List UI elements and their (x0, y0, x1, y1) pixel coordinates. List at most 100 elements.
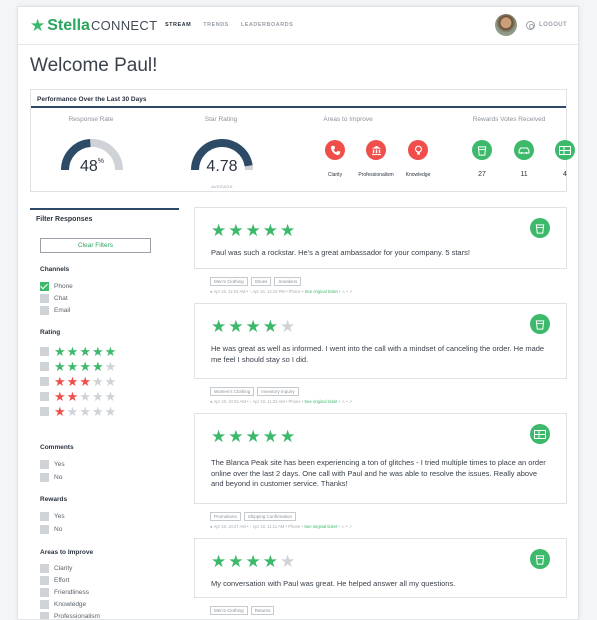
lightbulb-icon[interactable] (408, 140, 428, 160)
tag[interactable]: Shoes (250, 277, 272, 286)
nav-leaderboards[interactable]: LEADERBOARDS (241, 22, 293, 28)
review-card[interactable]: ★★★★★ The Blanca Peak site has been exper… (194, 413, 567, 504)
checkbox[interactable] (40, 460, 49, 469)
area-label-professionalism: Professionalism (358, 172, 394, 178)
tag[interactable]: Women's Clothing (210, 387, 255, 396)
tag[interactable]: Shipping Confirmation (243, 512, 297, 521)
coffee-cup-icon[interactable] (472, 140, 492, 160)
review-card[interactable]: ★★★★★ He was great as well as informed. I… (194, 303, 567, 379)
checkbox[interactable] (40, 473, 49, 482)
checkbox[interactable] (40, 512, 49, 521)
filter-rewards-no[interactable]: No (40, 525, 62, 534)
filter-area-effort[interactable]: Effort (40, 576, 69, 585)
filter-rating-3[interactable]: ★★★★★ (40, 373, 117, 389)
checkbox[interactable] (40, 612, 49, 619)
filter-panel: Filter Responses Clear Filters Channels … (30, 208, 179, 619)
star-filled-icon: ★ (245, 552, 263, 571)
tag[interactable]: Men's Clothing (210, 606, 248, 615)
meta-actions[interactable]: • ⚠ • ↗ (337, 399, 353, 404)
filter-area-professionalism[interactable]: Professionalism (40, 612, 100, 619)
filter-option-label: No (54, 474, 63, 481)
email-checkbox[interactable] (40, 306, 49, 315)
avatar[interactable] (495, 14, 517, 36)
filter-area-knowledge[interactable]: Knowledge (40, 600, 86, 609)
filter-option-label: Chat (54, 295, 68, 302)
see-original-ticket-link[interactable]: See original ticket (304, 524, 337, 529)
filter-area-friendliness[interactable]: Friendliness (40, 588, 89, 597)
filter-chat[interactable]: Chat (40, 294, 68, 303)
see-original-ticket-link[interactable]: See original ticket (304, 399, 337, 404)
tag[interactable]: Men's Clothing (210, 277, 248, 286)
star-filled-icon: ★ (79, 343, 92, 359)
filter-rating-5[interactable]: ★★★★★ (40, 343, 117, 359)
rating-heading: Rating (40, 329, 61, 336)
checkbox[interactable] (40, 588, 49, 597)
chat-checkbox[interactable] (40, 294, 49, 303)
filter-comments-no[interactable]: No (40, 473, 62, 482)
tag[interactable]: Inventory Inquiry (257, 387, 299, 396)
checkbox[interactable] (40, 362, 49, 371)
tag[interactable]: Sneakers (274, 277, 302, 286)
checkbox[interactable] (40, 576, 49, 585)
filter-email[interactable]: Email (40, 306, 70, 315)
star-filled-icon: ★ (66, 373, 80, 389)
filter-rating-4[interactable]: ★★★★★ (40, 358, 117, 374)
star-empty-icon: ★ (91, 373, 105, 389)
star-filled-icon: ★ (245, 317, 263, 336)
star-filled-icon: ★ (79, 358, 92, 374)
filter-option-label: Effort (54, 577, 70, 584)
nav-trends[interactable]: TRENDS (203, 22, 229, 28)
clear-filters-button[interactable]: Clear Filters (40, 238, 151, 253)
star-empty-icon: ★ (66, 403, 80, 419)
review-meta: ● Apr 18, 10:27 AM • ↑ Apr 18, 11:11 AM … (210, 524, 352, 529)
filter-rewards-yes[interactable]: Yes (40, 512, 65, 521)
main-nav: STREAM TRENDS LEADERBOARDS (165, 22, 293, 28)
filter-comments-yes[interactable]: Yes (40, 460, 65, 469)
review-card[interactable]: ★★★★★ My conversation with Paul was great… (194, 538, 567, 598)
response-rate-label: Response Rate (68, 116, 114, 123)
rating-stars-icon: ★★★★★ (54, 388, 117, 404)
checkbox[interactable] (40, 407, 49, 416)
nav-stream[interactable]: STREAM (165, 22, 191, 28)
meta-actions[interactable]: • ⚠ • ↗ (337, 524, 352, 529)
star-filled-icon: ★ (211, 552, 229, 571)
reward-count-giftcard: 4 (563, 171, 567, 178)
tag[interactable]: Returns (250, 606, 275, 615)
star-filled-icon: ★ (79, 373, 92, 389)
filter-option-label: Email (54, 307, 71, 314)
checkbox[interactable] (40, 525, 49, 534)
filter-rating-1[interactable]: ★★★★★ (40, 403, 117, 419)
filter-area-clarity[interactable]: Clarity (40, 564, 72, 573)
gift-card-icon (530, 424, 550, 444)
phone-icon[interactable] (325, 140, 345, 160)
checkbox[interactable] (40, 600, 49, 609)
star-empty-icon: ★ (91, 388, 105, 404)
filter-option-label: No (54, 526, 63, 533)
logout-button[interactable]: LOGOUT (539, 22, 567, 28)
area-label-clarity: Clarity (327, 172, 343, 178)
see-original-ticket-link[interactable]: See original ticket (305, 289, 338, 294)
checkbox[interactable] (40, 392, 49, 401)
star-filled-icon: ★ (54, 388, 67, 404)
meta-actions[interactable]: • ⚠ • ↗ (338, 289, 353, 294)
logo-word: Stella (47, 17, 90, 34)
star-filled-icon: ★ (91, 358, 105, 374)
gift-card-icon[interactable] (555, 140, 575, 160)
filter-option-label: Yes (54, 461, 65, 468)
filter-phone[interactable]: Phone (40, 282, 73, 291)
gear-icon[interactable] (526, 21, 535, 30)
stella-logo[interactable]: ★ Stella CONNECT (30, 17, 157, 35)
car-icon[interactable] (514, 140, 534, 160)
response-rate-number: 48 (79, 158, 98, 175)
response-rate-value: 48% (57, 158, 127, 176)
star-filled-icon: ★ (262, 427, 280, 446)
checkbox[interactable] (40, 347, 49, 356)
bank-icon[interactable] (366, 140, 386, 160)
checkbox[interactable] (40, 377, 49, 386)
reward-count-car: 11 (520, 171, 528, 178)
checkbox[interactable] (40, 564, 49, 573)
tag[interactable]: Promotions (210, 512, 241, 521)
filter-rating-2[interactable]: ★★★★★ (40, 388, 117, 404)
phone-checkbox[interactable] (40, 282, 49, 291)
review-card[interactable]: ★★★★★ Paul was such a rockstar. He's a gr… (194, 207, 567, 269)
